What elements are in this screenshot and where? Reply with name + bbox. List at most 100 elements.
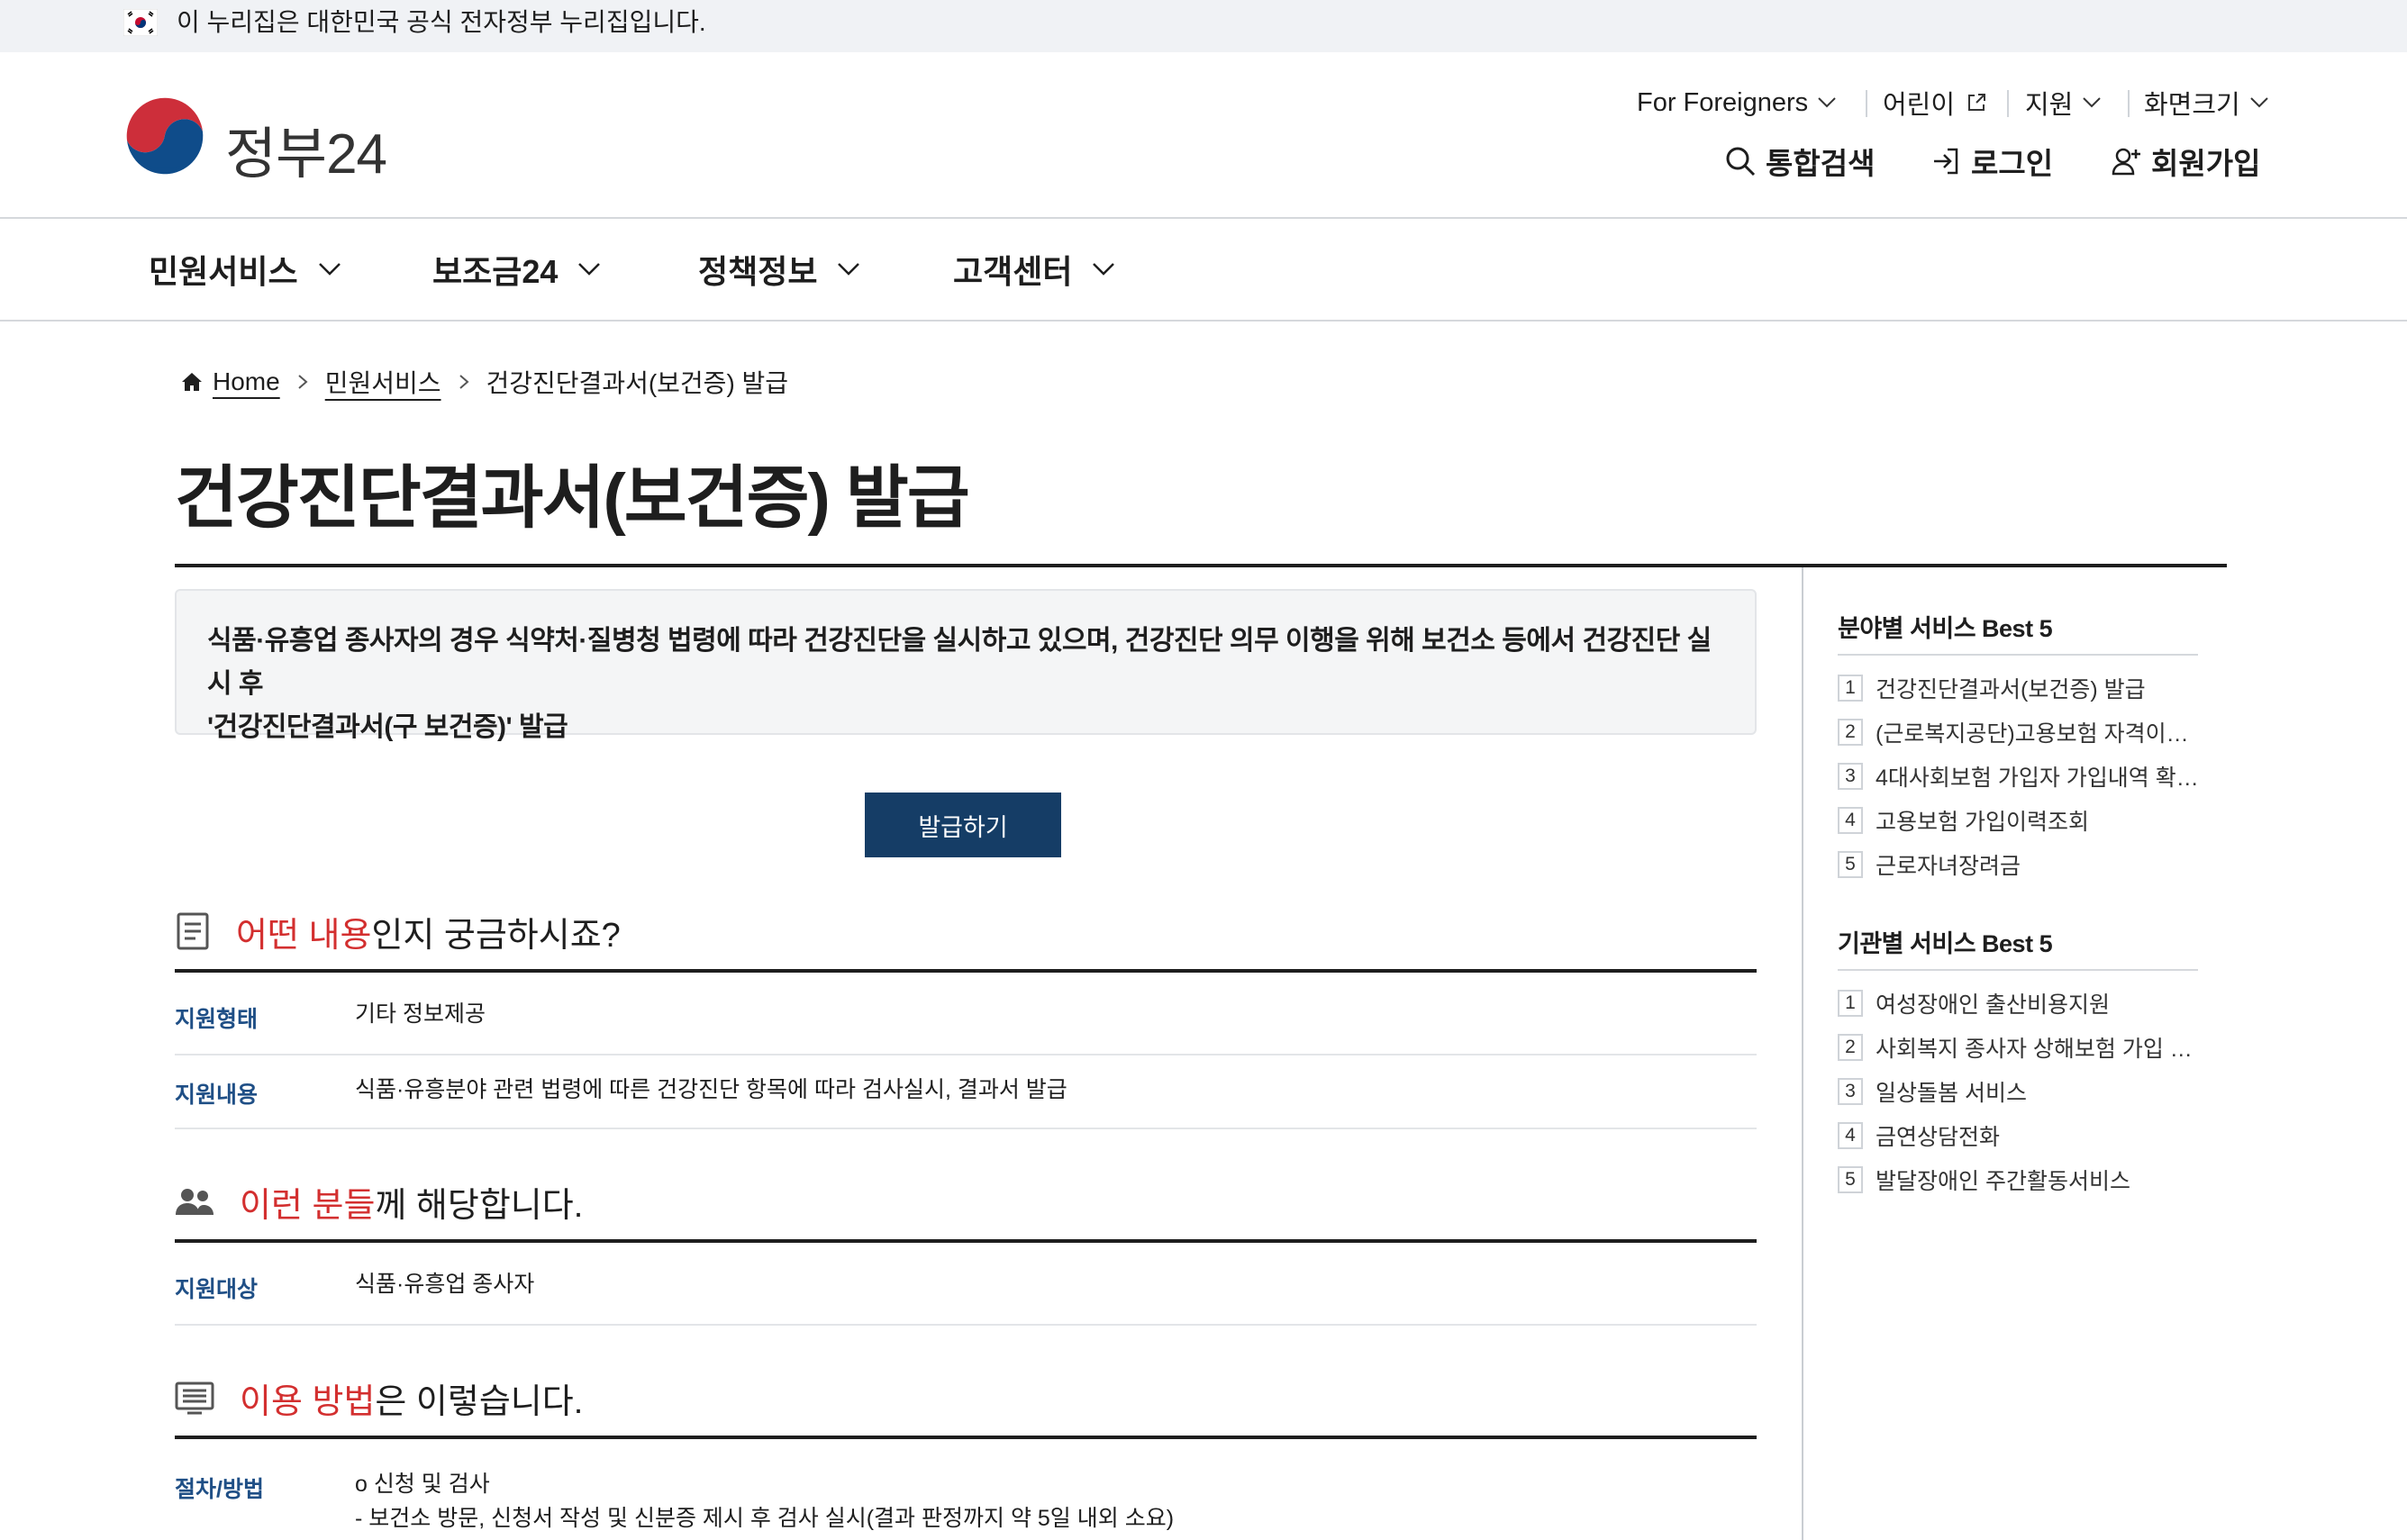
breadcrumb-home-link[interactable]: Home	[213, 367, 280, 396]
chevron-down-icon	[1818, 97, 1836, 108]
nav-item-civil-service[interactable]: 민원서비스	[149, 244, 341, 294]
field-best5-item[interactable]: 4 고용보험 가입이력조회	[1838, 802, 2089, 838]
support-type-value: 기타 정보제공	[355, 1001, 486, 1027]
nav-item-policy-info[interactable]: 정책정보	[698, 244, 860, 294]
rank-number: 4	[1838, 807, 1863, 834]
external-link-icon	[1968, 94, 1986, 111]
login-button[interactable]: 로그인	[1931, 140, 2053, 182]
detail-row-support-content: 지원내용 식품·유흥분야 관련 법령에 따른 건강진단 항목에 따라 검사실시,…	[175, 1055, 1757, 1129]
section-what-rest: 인지 궁금하시죠?	[371, 916, 621, 955]
procedure-label: 절차/방법	[175, 1477, 264, 1502]
service-summary-text: 식품·유흥업 종사자의 경우 식약처·질병청 법령에 따라 건강진단을 실시하고…	[207, 620, 1730, 749]
rank-number: 2	[1838, 1034, 1863, 1061]
chevron-down-icon	[578, 263, 601, 276]
procedure-line-1: o 신청 및 검사	[355, 1472, 490, 1497]
detail-row-target: 지원대상 식품·유흥업 종사자	[175, 1243, 1757, 1326]
support-label: 지원	[2025, 91, 2074, 120]
search-label: 통합검색	[1766, 147, 1876, 180]
procedure-line-2: - 보건소 방문, 신청서 작성 및 신분증 제시 후 검사 실시(결과 판정까…	[355, 1506, 1175, 1531]
rank-number: 4	[1838, 1122, 1863, 1149]
support-content-value: 식품·유흥분야 관련 법령에 따른 건강진단 항목에 따라 검사실시, 결과서 …	[355, 1077, 1067, 1102]
sidebar-divider	[1838, 654, 2198, 656]
org-best5-item[interactable]: 1 여성장애인 출산비용지원	[1838, 985, 2110, 1021]
chevron-down-icon	[2250, 97, 2268, 108]
summary-line-2: '건강진단결과서(구 보건증)' 발급	[207, 712, 568, 742]
service-summary-box: 식품·유흥업 종사자의 경우 식약처·질병청 법령에 따라 건강진단을 실시하고…	[175, 589, 1757, 742]
target-value: 식품·유흥업 종사자	[355, 1272, 535, 1297]
gov-notice-text: 이 누리집은 대한민국 공식 전자정부 누리집입니다.	[177, 8, 706, 36]
monitor-list-icon	[175, 1381, 214, 1415]
field-best5-item-label: 근로자녀장려금	[1876, 854, 2021, 879]
issue-button[interactable]: 발급하기	[865, 793, 1061, 857]
field-best5-item[interactable]: 2 (근로복지공단)고용보험 자격이…	[1838, 714, 2189, 750]
org-best5-item-label: 사회복지 종사자 상해보험 가입 …	[1876, 1037, 2193, 1062]
rank-number: 1	[1838, 675, 1863, 702]
summary-line-1: 식품·유흥업 종사자의 경우 식약처·질병청 법령에 따라 건강진단을 실시하고…	[207, 626, 1712, 699]
signup-label: 회원가입	[2151, 147, 2261, 180]
rank-number: 5	[1838, 851, 1863, 878]
nav-item-label: 고객센터	[953, 253, 1073, 290]
sidebar-divider	[1838, 969, 2198, 971]
section-who-heading: 이런 분들 께 해당합니다.	[175, 1174, 583, 1228]
field-best5-item-label: 4대사회보험 가입자 가입내역 확…	[1876, 765, 2199, 791]
util-divider	[2128, 90, 2130, 117]
signup-button[interactable]: 회원가입	[2112, 140, 2260, 182]
add-user-icon	[2112, 148, 2140, 176]
kids-link[interactable]: 어린이	[1883, 85, 1987, 121]
section-how-heading: 이용 방법 은 이렇습니다.	[175, 1371, 583, 1425]
section-how-accent: 이용 방법	[240, 1382, 376, 1421]
field-best5-item-label: (근로복지공단)고용보험 자격이…	[1876, 721, 2189, 747]
main-navigation: 민원서비스 보조금24 정책정보 고객센터	[0, 219, 2407, 322]
field-best5-item[interactable]: 3 4대사회보험 가입자 가입내역 확…	[1838, 758, 2199, 794]
support-menu[interactable]: 지원	[2025, 85, 2102, 121]
nav-item-label: 정책정보	[698, 253, 818, 290]
logo-text[interactable]: 정부24	[225, 108, 387, 189]
breadcrumb-current: 건강진단결과서(보건증) 발급	[486, 369, 789, 397]
org-best5-item[interactable]: 4 금연상담전화	[1838, 1118, 2000, 1154]
breadcrumb-civil-service-link[interactable]: 민원서비스	[325, 364, 441, 400]
rank-number: 3	[1838, 1078, 1863, 1105]
org-best5-item[interactable]: 2 사회복지 종사자 상해보험 가입 …	[1838, 1029, 2193, 1065]
detail-row-support-type: 지원형태 기타 정보제공	[175, 973, 1757, 1055]
section-who-accent: 이런 분들	[240, 1186, 376, 1225]
org-best5-item[interactable]: 5 발달장애인 주간활동서비스	[1838, 1162, 2130, 1198]
rank-number: 1	[1838, 990, 1863, 1017]
nav-item-customer-center[interactable]: 고객센터	[953, 244, 1115, 294]
rank-number: 5	[1838, 1166, 1863, 1193]
org-best5-item-label: 여성장애인 출산비용지원	[1876, 992, 2110, 1018]
org-best5-item-label: 금연상담전화	[1876, 1125, 2001, 1150]
util-divider	[2007, 90, 2009, 117]
login-icon	[1934, 148, 1958, 175]
for-foreigners-label: For Foreigners	[1637, 87, 1809, 117]
field-best5-item-label: 건강진단결과서(보건증) 발급	[1876, 677, 2146, 702]
people-icon	[176, 1189, 213, 1215]
field-best5-item[interactable]: 1 건강진단결과서(보건증) 발급	[1838, 670, 2146, 706]
rank-number: 3	[1838, 763, 1863, 790]
org-best5-title: 기관별 서비스 Best 5	[1838, 930, 2053, 957]
login-label: 로그인	[1971, 147, 2054, 180]
title-divider	[175, 564, 2227, 567]
chevron-right-icon	[298, 375, 308, 389]
for-foreigners-menu[interactable]: For Foreigners	[1637, 85, 1837, 121]
util-divider	[1866, 90, 1867, 117]
integrated-search-button[interactable]: 통합검색	[1724, 140, 1875, 182]
nav-item-subsidy24[interactable]: 보조금24	[432, 244, 601, 294]
field-best5-item[interactable]: 5 근로자녀장려금	[1838, 847, 2021, 883]
chevron-down-icon	[318, 263, 341, 276]
content-sidebar-divider	[1802, 567, 1803, 1540]
chevron-down-icon	[838, 263, 860, 276]
support-content-label: 지원내용	[175, 1083, 259, 1108]
gov-notice-bar: 이 누리집은 대한민국 공식 전자정부 누리집입니다.	[0, 0, 2407, 52]
field-best5-title: 분야별 서비스 Best 5	[1838, 615, 2053, 642]
org-best5-item[interactable]: 3 일상돌봄 서비스	[1838, 1073, 2027, 1110]
chevron-right-icon	[459, 375, 469, 389]
section-who-rest: 께 해당합니다.	[375, 1186, 584, 1225]
site-header: 정부24 For Foreigners 어린이 지원 화면크기 통합검색 로그인…	[0, 52, 2407, 219]
section-what-accent: 어떤 내용	[236, 916, 372, 955]
gov24-logo-icon[interactable]	[122, 95, 208, 182]
document-icon	[177, 912, 209, 950]
breadcrumb: Home 민원서비스 건강진단결과서(보건증) 발급	[180, 364, 788, 400]
home-icon	[182, 373, 202, 391]
screen-size-menu[interactable]: 화면크기	[2144, 85, 2269, 121]
rank-number: 2	[1838, 719, 1863, 746]
